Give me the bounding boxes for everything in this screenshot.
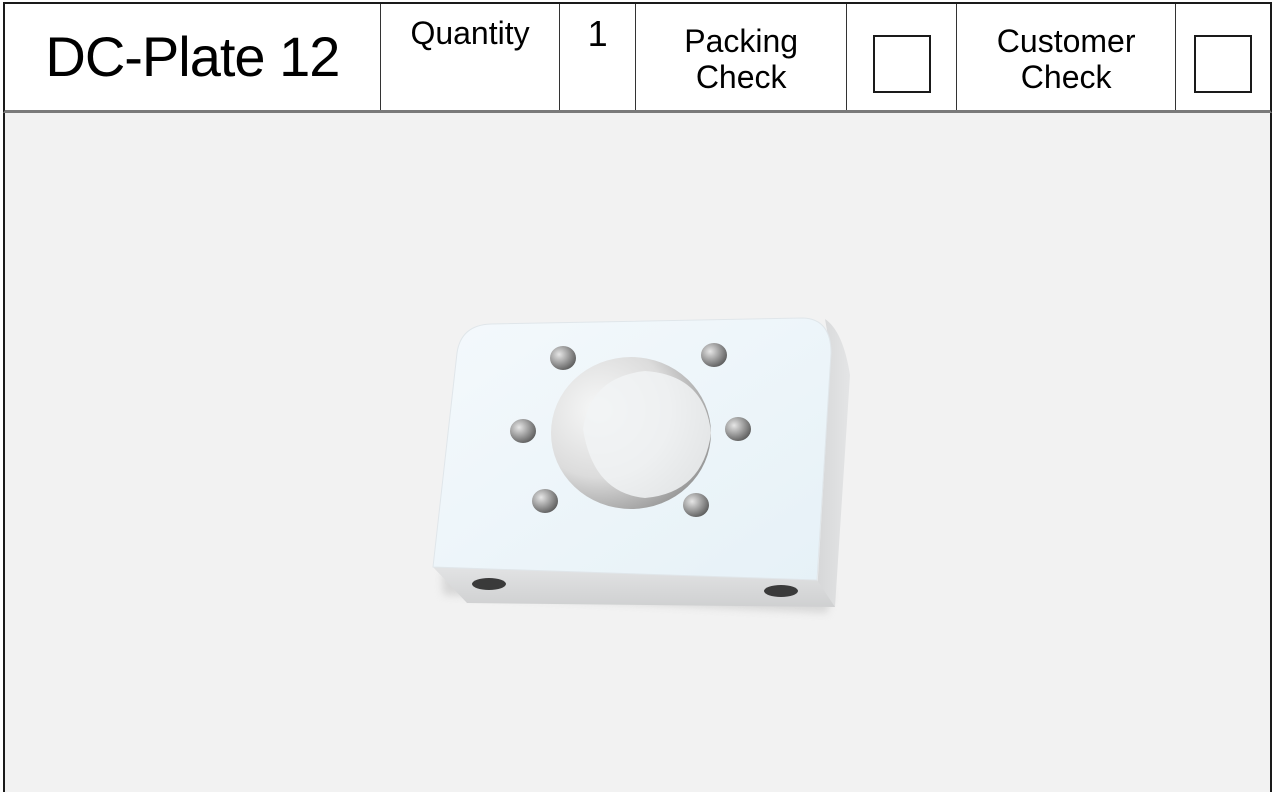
packing-check-label: Packing Check bbox=[636, 4, 848, 110]
part-image-panel bbox=[3, 113, 1272, 792]
mounting-hole bbox=[701, 343, 727, 367]
customer-check-label-line2: Check bbox=[1020, 59, 1112, 95]
mounting-hole bbox=[550, 346, 576, 370]
mounting-plate-render bbox=[432, 317, 850, 613]
packing-check-label-line1: Packing bbox=[684, 23, 799, 60]
customer-check-label: Customer Check bbox=[957, 4, 1177, 110]
part-title: DC-Plate 12 bbox=[5, 4, 381, 110]
customer-check-cell bbox=[1176, 4, 1270, 110]
mounting-hole bbox=[725, 417, 751, 441]
mounting-hole bbox=[683, 493, 709, 517]
quantity-value: 1 bbox=[560, 4, 637, 110]
packing-sheet: DC-Plate 12 Quantity 1 Packing Check Cus… bbox=[0, 0, 1275, 792]
side-hole bbox=[472, 578, 506, 590]
packing-check-checkbox[interactable] bbox=[872, 35, 931, 93]
header-row: DC-Plate 12 Quantity 1 Packing Check Cus… bbox=[3, 2, 1272, 113]
packing-check-cell bbox=[847, 4, 957, 110]
mounting-hole bbox=[510, 419, 536, 443]
mounting-hole bbox=[532, 489, 558, 513]
customer-check-checkbox[interactable] bbox=[1194, 35, 1253, 93]
side-hole bbox=[764, 585, 798, 597]
quantity-label: Quantity bbox=[381, 4, 561, 110]
packing-check-label-line2: Check bbox=[695, 59, 787, 95]
customer-check-label-line1: Customer bbox=[996, 23, 1136, 60]
